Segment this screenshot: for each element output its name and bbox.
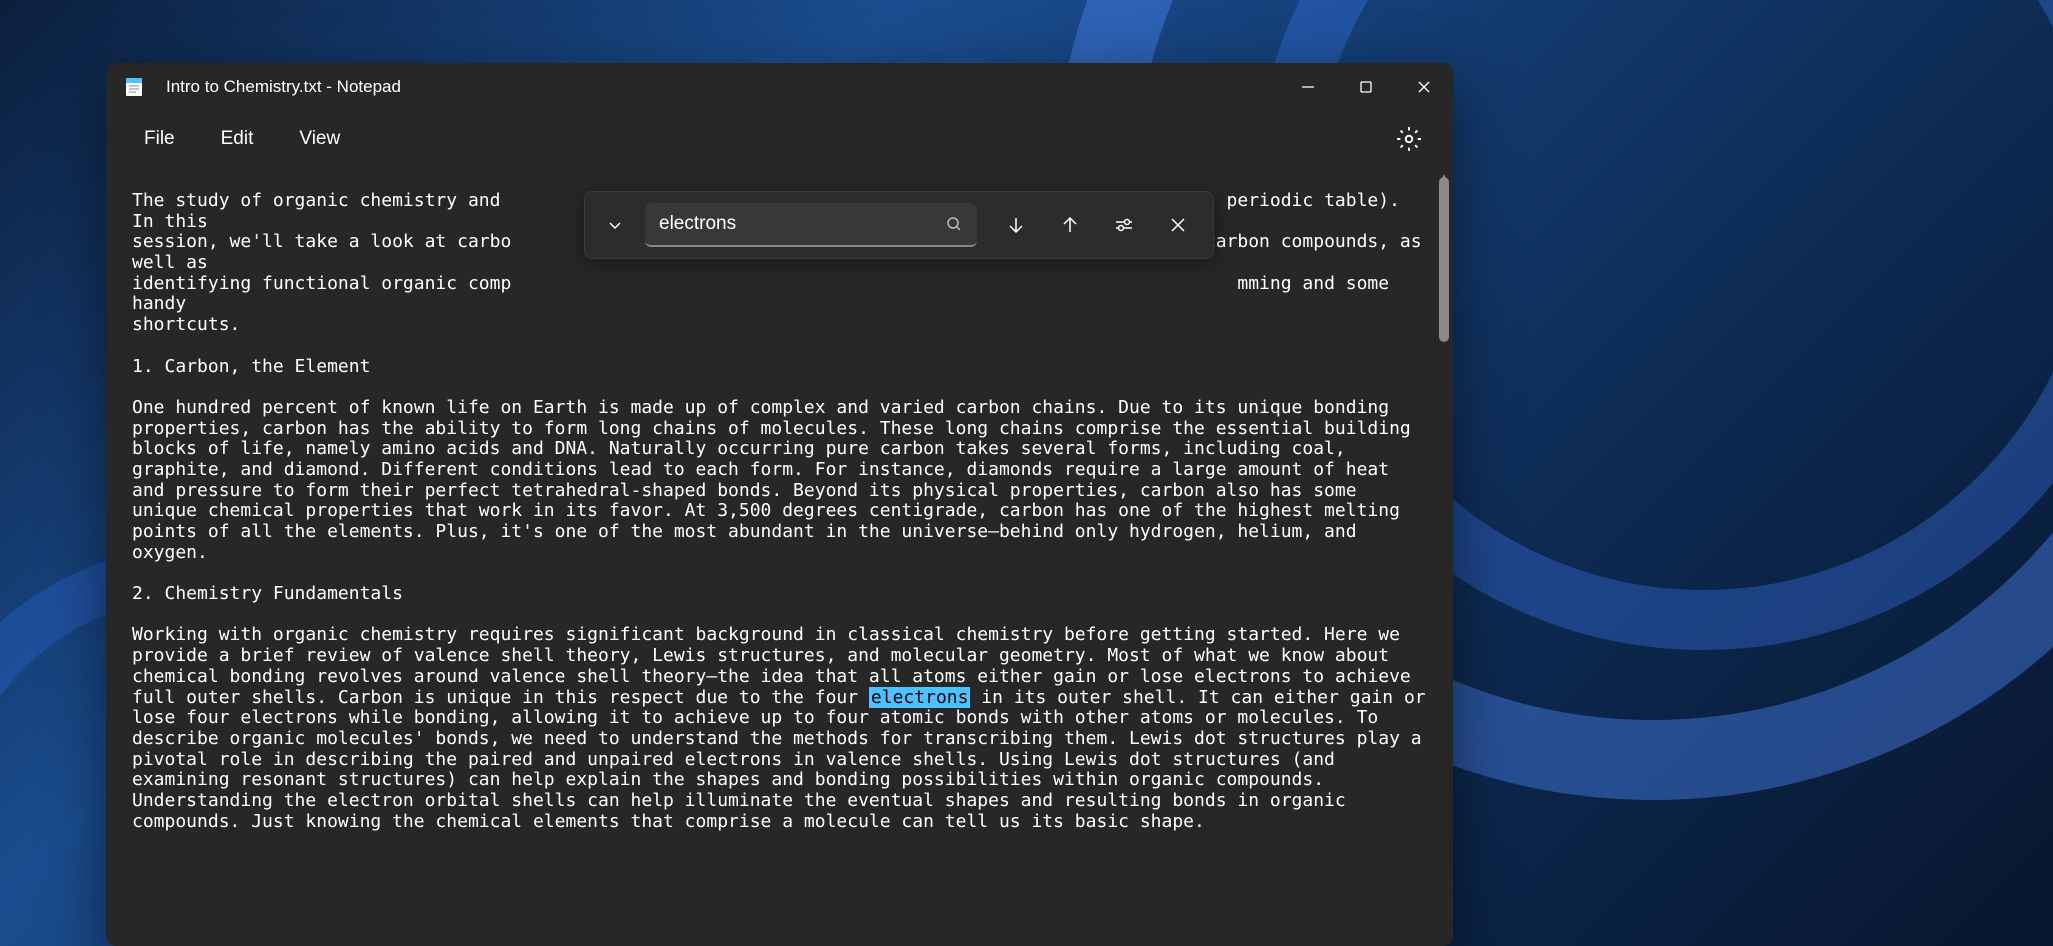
find-input-wrapper	[645, 203, 977, 247]
scrollbar-thumb[interactable]	[1439, 177, 1449, 342]
arrow-up-icon	[1059, 214, 1081, 236]
search-icon	[945, 215, 963, 233]
find-bar	[584, 191, 1214, 259]
find-close-button[interactable]	[1151, 205, 1205, 245]
settings-button[interactable]	[1389, 119, 1429, 159]
titlebar[interactable]: Intro to Chemistry.txt - Notepad	[106, 63, 1453, 111]
menu-file[interactable]: File	[124, 120, 195, 158]
vertical-scrollbar[interactable]: ▲	[1437, 177, 1451, 936]
maximize-button[interactable]	[1337, 63, 1395, 111]
find-expand-button[interactable]	[593, 205, 637, 245]
search-highlight: electrons	[869, 687, 971, 708]
menubar: File Edit View	[106, 111, 1453, 167]
window-title: Intro to Chemistry.txt - Notepad	[166, 77, 1279, 97]
arrow-down-icon	[1005, 214, 1027, 236]
notepad-window: Intro to Chemistry.txt - Notepad File Ed…	[106, 63, 1453, 946]
minimize-button[interactable]	[1279, 63, 1337, 111]
find-options-button[interactable]	[1097, 205, 1151, 245]
chevron-down-icon	[606, 216, 624, 234]
find-next-button[interactable]	[989, 205, 1043, 245]
sliders-icon	[1113, 214, 1135, 236]
find-input[interactable]	[659, 213, 945, 235]
text-content[interactable]: The study of organic chemistry and perio…	[106, 167, 1453, 856]
menu-edit[interactable]: Edit	[201, 120, 274, 158]
close-icon	[1169, 216, 1187, 234]
close-button[interactable]	[1395, 63, 1453, 111]
editor-area[interactable]: The study of organic chemistry and perio…	[106, 167, 1453, 946]
gear-icon	[1396, 126, 1422, 152]
menu-view[interactable]: View	[279, 120, 360, 158]
find-previous-button[interactable]	[1043, 205, 1097, 245]
notepad-icon	[124, 77, 144, 97]
